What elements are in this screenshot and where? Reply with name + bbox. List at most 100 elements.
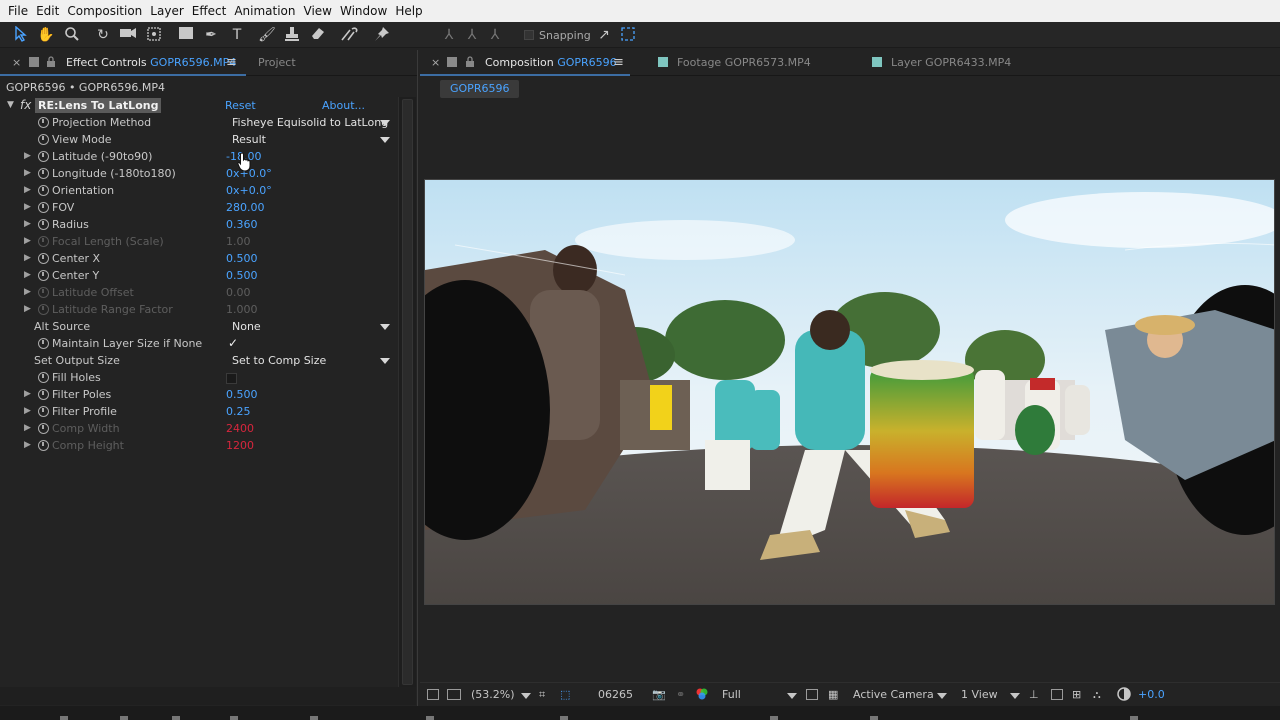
property-value[interactable]: 0.25 xyxy=(226,403,251,420)
snapshot-icon[interactable]: 📷 xyxy=(652,687,666,703)
transparency-grid-icon[interactable]: ▦ xyxy=(828,687,838,703)
twirl-closed-icon[interactable]: ▶ xyxy=(24,301,31,318)
twirl-closed-icon[interactable]: ▶ xyxy=(24,403,31,420)
stopwatch-icon[interactable] xyxy=(38,270,49,281)
property-row[interactable]: ▶ Radius 0.360 xyxy=(0,216,416,233)
property-row[interactable]: ▶ Filter Poles 0.500 xyxy=(0,386,416,403)
stopwatch-icon[interactable] xyxy=(38,236,49,247)
stopwatch-icon[interactable] xyxy=(38,117,49,128)
twirl-open-icon[interactable]: ▼ xyxy=(7,97,14,114)
tab-footage[interactable]: Footage GOPR6573.MP4 xyxy=(677,50,811,76)
resolution-value[interactable]: Full xyxy=(722,687,741,703)
property-dropdown[interactable]: Set to Comp Size xyxy=(226,352,392,369)
menu-animation[interactable]: Animation xyxy=(230,0,299,22)
comp-lock-icon[interactable] xyxy=(465,56,475,68)
twirl-closed-icon[interactable]: ▶ xyxy=(24,199,31,216)
tab-layer[interactable]: Layer GOPR6433.MP4 xyxy=(891,50,1011,76)
hand-tool-icon[interactable]: ✋ xyxy=(37,26,55,44)
stopwatch-icon[interactable] xyxy=(38,219,49,230)
twirl-closed-icon[interactable]: ▶ xyxy=(24,233,31,250)
snap-bounds-icon[interactable] xyxy=(619,26,637,44)
property-row[interactable]: Maintain Layer Size if None ✓ xyxy=(0,335,416,352)
stopwatch-icon[interactable] xyxy=(38,185,49,196)
property-row[interactable]: ▶ FOV 280.00 xyxy=(0,199,416,216)
menu-edit[interactable]: Edit xyxy=(32,0,63,22)
pen-tool-icon[interactable]: ✒ xyxy=(202,26,220,44)
clone-stamp-icon[interactable] xyxy=(283,26,301,44)
tab-project[interactable]: Project xyxy=(258,50,296,76)
close-comp-tab-icon[interactable]: × xyxy=(431,50,440,76)
fast-preview-icon[interactable] xyxy=(1051,689,1063,700)
checkbox-unchecked[interactable] xyxy=(226,373,237,384)
always-preview-icon[interactable] xyxy=(427,689,439,700)
tab-composition[interactable]: Composition GOPR6596 xyxy=(485,50,617,76)
rectangle-tool-icon[interactable] xyxy=(177,26,195,44)
twirl-closed-icon[interactable]: ▶ xyxy=(24,267,31,284)
menu-effect[interactable]: Effect xyxy=(188,0,231,22)
stopwatch-icon[interactable] xyxy=(38,372,49,383)
property-row[interactable]: ▶ Comp Width 2400 xyxy=(0,420,416,437)
close-tab-icon[interactable]: × xyxy=(12,50,21,76)
dropdown-caret-icon[interactable] xyxy=(380,358,390,364)
property-row[interactable]: ▶ Latitude Range Factor 1.000 xyxy=(0,301,416,318)
world-axis-icon[interactable]: ⅄ xyxy=(463,26,481,44)
property-row[interactable]: Alt Source None xyxy=(0,318,416,335)
menu-layer[interactable]: Layer xyxy=(146,0,187,22)
property-row[interactable]: ▶ Comp Height 1200 xyxy=(0,437,416,454)
twirl-closed-icon[interactable]: ▶ xyxy=(24,284,31,301)
stopwatch-icon[interactable] xyxy=(38,440,49,451)
twirl-closed-icon[interactable]: ▶ xyxy=(24,165,31,182)
eraser-tool-icon[interactable] xyxy=(309,26,327,44)
exposure-reset-icon[interactable] xyxy=(1117,687,1131,706)
property-dropdown[interactable]: Fisheye Equisolid to LatLong xyxy=(226,114,392,131)
stopwatch-icon[interactable] xyxy=(38,406,49,417)
menu-view[interactable]: View xyxy=(300,0,336,22)
twirl-closed-icon[interactable]: ▶ xyxy=(24,386,31,403)
zoom-dropdown-caret[interactable] xyxy=(521,693,531,699)
roto-brush-icon[interactable] xyxy=(340,26,358,44)
toggle-pixel-icon[interactable]: ⊥ xyxy=(1029,687,1039,703)
effect-row[interactable]: ▼ fx RE:Lens To LatLong Reset About... xyxy=(0,97,416,114)
property-dropdown[interactable]: Result xyxy=(226,131,392,148)
property-dropdown[interactable]: None xyxy=(226,318,392,335)
flowchart-icon[interactable]: ⛬ xyxy=(1093,687,1101,703)
effect-name[interactable]: RE:Lens To LatLong xyxy=(35,98,162,113)
menu-window[interactable]: Window xyxy=(336,0,391,22)
twirl-closed-icon[interactable]: ▶ xyxy=(24,148,31,165)
stopwatch-icon[interactable] xyxy=(38,253,49,264)
panel-menu-icon[interactable]: ≡ xyxy=(226,50,237,76)
dropdown-caret-icon[interactable] xyxy=(380,324,390,330)
exposure-value[interactable]: +0.0 xyxy=(1138,687,1165,703)
scrollbar-thumb[interactable] xyxy=(402,99,413,685)
monitor-icon[interactable] xyxy=(447,689,461,700)
property-row[interactable]: ▶ Focal Length (Scale) 1.00 xyxy=(0,233,416,250)
checkbox-checked[interactable]: ✓ xyxy=(228,335,238,352)
channel-icon[interactable] xyxy=(695,687,709,706)
twirl-closed-icon[interactable]: ▶ xyxy=(24,420,31,437)
property-row[interactable]: Projection Method Fisheye Equisolid to La… xyxy=(0,114,416,131)
type-tool-icon[interactable]: T xyxy=(228,26,246,44)
menu-composition[interactable]: Composition xyxy=(63,0,146,22)
stopwatch-icon[interactable] xyxy=(38,168,49,179)
camera-dropdown-caret[interactable] xyxy=(937,693,947,699)
stopwatch-icon[interactable] xyxy=(38,151,49,162)
property-row[interactable]: ▶ Filter Profile 0.25 xyxy=(0,403,416,420)
fit-grid-icon[interactable]: ⌗ xyxy=(539,687,545,703)
view-axis-icon[interactable]: ⅄ xyxy=(486,26,504,44)
comp-navigator-tab[interactable]: GOPR6596 xyxy=(440,80,520,98)
reset-link[interactable]: Reset xyxy=(225,97,256,114)
menu-file[interactable]: File xyxy=(4,0,32,22)
dropdown-caret-icon[interactable] xyxy=(380,137,390,143)
mask-visibility-icon[interactable]: ⬚ xyxy=(560,687,570,703)
property-row[interactable]: ▶ Center Y 0.500 xyxy=(0,267,416,284)
stopwatch-icon[interactable] xyxy=(38,287,49,298)
composition-viewer[interactable] xyxy=(420,102,1280,682)
property-row[interactable]: ▶ Center X 0.500 xyxy=(0,250,416,267)
property-row[interactable]: ▶ Latitude Offset 0.00 xyxy=(0,284,416,301)
property-row[interactable]: Set Output Size Set to Comp Size xyxy=(0,352,416,369)
stopwatch-icon[interactable] xyxy=(38,202,49,213)
property-row[interactable]: ▶Latitude (-90to90)-18.00 xyxy=(0,148,416,165)
property-value[interactable]: 0.500 xyxy=(226,267,258,284)
property-value[interactable]: 0x+0.0° xyxy=(226,182,272,199)
about-link[interactable]: About... xyxy=(322,97,365,114)
